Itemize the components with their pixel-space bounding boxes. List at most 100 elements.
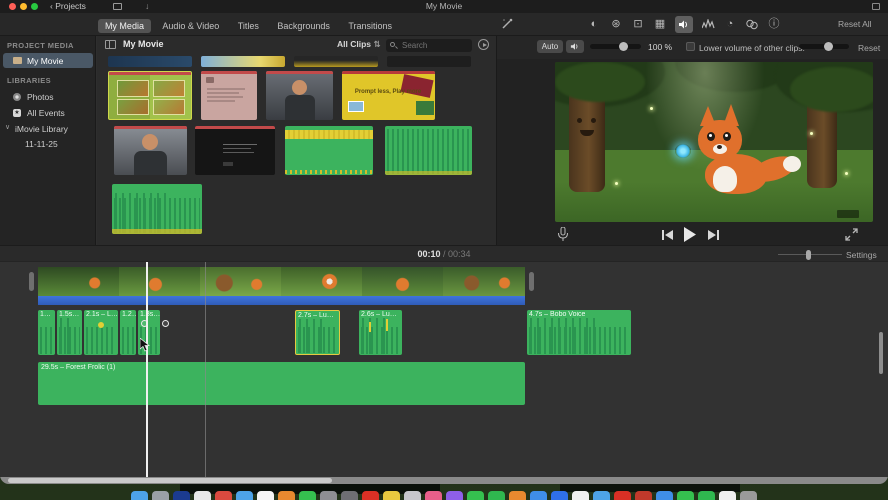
- minimize-window-button[interactable]: [20, 3, 27, 10]
- reset-button[interactable]: Reset: [858, 43, 880, 53]
- import-media-icon[interactable]: ↓: [145, 0, 149, 13]
- media-thumbnail-audio-2[interactable]: [385, 126, 472, 175]
- timeline-zoom-thumb[interactable]: [806, 250, 811, 260]
- playhead[interactable]: [146, 262, 148, 477]
- horizontal-scroll-thumb[interactable]: [8, 478, 332, 483]
- dock-app-icon[interactable]: [467, 491, 484, 500]
- dock-app-icon[interactable]: [614, 491, 631, 500]
- timeline-settings-button[interactable]: Settings: [846, 250, 877, 260]
- dock-app-icon[interactable]: [173, 491, 190, 500]
- timeline-zoom-slider[interactable]: [778, 250, 842, 260]
- dock-app-icon[interactable]: [551, 491, 568, 500]
- timeline-audio-clip-selected[interactable]: 2.7s – Lu…: [295, 310, 340, 355]
- close-window-button[interactable]: [9, 3, 16, 10]
- dock-app-icon[interactable]: [425, 491, 442, 500]
- dock-app-icon[interactable]: [194, 491, 211, 500]
- dock-app-icon[interactable]: [152, 491, 169, 500]
- timeline-video-thumbnail[interactable]: [443, 267, 525, 296]
- media-thumbnail-fox-grid[interactable]: [108, 71, 192, 120]
- timeline-horizontal-scrollbar[interactable]: [0, 477, 888, 484]
- dock-app-icon[interactable]: [740, 491, 757, 500]
- media-thumbnail[interactable]: [108, 56, 192, 67]
- reset-all-button[interactable]: Reset All: [838, 19, 872, 29]
- dock-app-icon[interactable]: [383, 491, 400, 500]
- dock-app-icon[interactable]: [341, 491, 358, 500]
- timeline-vertical-scrollbar[interactable]: [879, 332, 883, 374]
- tab-my-media[interactable]: My Media: [97, 19, 151, 33]
- timeline-video-thumbnail[interactable]: [281, 267, 362, 296]
- play-button-icon[interactable]: [683, 227, 697, 242]
- timeline-video-thumbnail[interactable]: [38, 267, 119, 296]
- mute-button[interactable]: [566, 40, 584, 53]
- media-thumbnail-presenter[interactable]: [266, 71, 333, 120]
- timeline-audio-clip[interactable]: 1…: [38, 310, 55, 355]
- dock-app-icon[interactable]: [320, 491, 337, 500]
- lower-volume-checkbox[interactable]: [686, 42, 695, 51]
- sidebar-toggle-icon[interactable]: [105, 40, 116, 49]
- timeline-audio-clip[interactable]: 1.5s…: [57, 310, 82, 355]
- dock-app-icon[interactable]: [278, 491, 295, 500]
- filters-icon[interactable]: [743, 16, 761, 33]
- dock-app-icon[interactable]: [677, 491, 694, 500]
- fullscreen-icon[interactable]: [845, 228, 858, 241]
- volume-slider-thumb[interactable]: [619, 42, 628, 51]
- dock-app-icon[interactable]: [299, 491, 316, 500]
- sidebar-item-event[interactable]: 11-11-25: [3, 137, 93, 151]
- dock-app-icon[interactable]: [719, 491, 736, 500]
- media-thumbnail-promo[interactable]: Prompt less, Play more: [342, 71, 435, 120]
- dock-app-icon[interactable]: [362, 491, 379, 500]
- media-thumbnail-audio-1[interactable]: [285, 126, 373, 175]
- sidebar-item-my-movie[interactable]: My Movie: [3, 53, 93, 68]
- timeline-audio-clip[interactable]: 1.2…: [120, 310, 136, 355]
- dock-app-icon[interactable]: [131, 491, 148, 500]
- tab-backgrounds[interactable]: Backgrounds: [270, 19, 337, 33]
- dock-app-icon[interactable]: [236, 491, 253, 500]
- zoom-window-button[interactable]: [31, 3, 38, 10]
- info-icon[interactable]: ⓘ: [765, 16, 783, 33]
- dock-app-icon[interactable]: [509, 491, 526, 500]
- share-icon[interactable]: [872, 3, 880, 10]
- previous-frame-icon[interactable]: [662, 230, 674, 240]
- sidebar-item-photos[interactable]: Photos: [3, 90, 93, 104]
- media-thumbnail-audio-3[interactable]: [112, 184, 202, 234]
- timeline-audio-clip[interactable]: 4.7s – Bobo Voice: [527, 310, 631, 355]
- media-thumbnail-terminal[interactable]: [195, 126, 275, 175]
- timeline-audio-clip[interactable]: 2.6s – Lu…: [359, 310, 402, 355]
- speed-icon[interactable]: ◔: [721, 16, 739, 33]
- dock-app-icon[interactable]: [572, 491, 589, 500]
- crop-icon[interactable]: ⊡: [629, 16, 647, 33]
- timeline-video-thumbnail[interactable]: [119, 267, 200, 296]
- dock-app-icon[interactable]: [488, 491, 505, 500]
- preview-video[interactable]: [555, 62, 873, 222]
- clip-filter-dropdown[interactable]: All Clips ⇅: [337, 39, 381, 50]
- dock-app-icon[interactable]: [215, 491, 232, 500]
- volume-icon[interactable]: [675, 16, 693, 33]
- color-correction-icon[interactable]: ⊛: [607, 16, 625, 33]
- timeline-video-thumbnail[interactable]: [200, 267, 281, 296]
- timeline-music-clip[interactable]: 29.5s – Forest Frolic (1): [38, 362, 525, 405]
- auto-volume-button[interactable]: Auto: [537, 40, 563, 53]
- media-thumbnail[interactable]: [294, 56, 378, 67]
- search-field[interactable]: [386, 39, 472, 52]
- tab-titles[interactable]: Titles: [231, 19, 266, 33]
- tab-transitions[interactable]: Transitions: [341, 19, 399, 33]
- sidebar-item-imovie-library[interactable]: ∨ iMovie Library: [3, 122, 93, 136]
- fade-handle[interactable]: [162, 320, 169, 327]
- dock-app-icon[interactable]: [593, 491, 610, 500]
- media-thumbnail-webcam[interactable]: [114, 126, 187, 175]
- voiceover-mic-icon[interactable]: [557, 227, 569, 242]
- timeline-video-thumbnail[interactable]: [362, 267, 443, 296]
- dock-app-icon[interactable]: [446, 491, 463, 500]
- dock-app-icon[interactable]: [698, 491, 715, 500]
- continuous-playback-icon[interactable]: [478, 39, 489, 50]
- dock-app-icon[interactable]: [257, 491, 274, 500]
- media-pane-icon[interactable]: [113, 3, 122, 10]
- timeline-audio-clip[interactable]: 2.1s – L…: [84, 310, 118, 355]
- color-balance-icon[interactable]: ◐: [585, 16, 603, 33]
- dock-app-icon[interactable]: [404, 491, 421, 500]
- enhance-wand-icon[interactable]: [500, 17, 514, 31]
- dock-app-icon[interactable]: [656, 491, 673, 500]
- ducking-slider[interactable]: [799, 42, 849, 51]
- media-thumbnail-notes[interactable]: [201, 71, 257, 120]
- next-frame-icon[interactable]: [707, 230, 719, 240]
